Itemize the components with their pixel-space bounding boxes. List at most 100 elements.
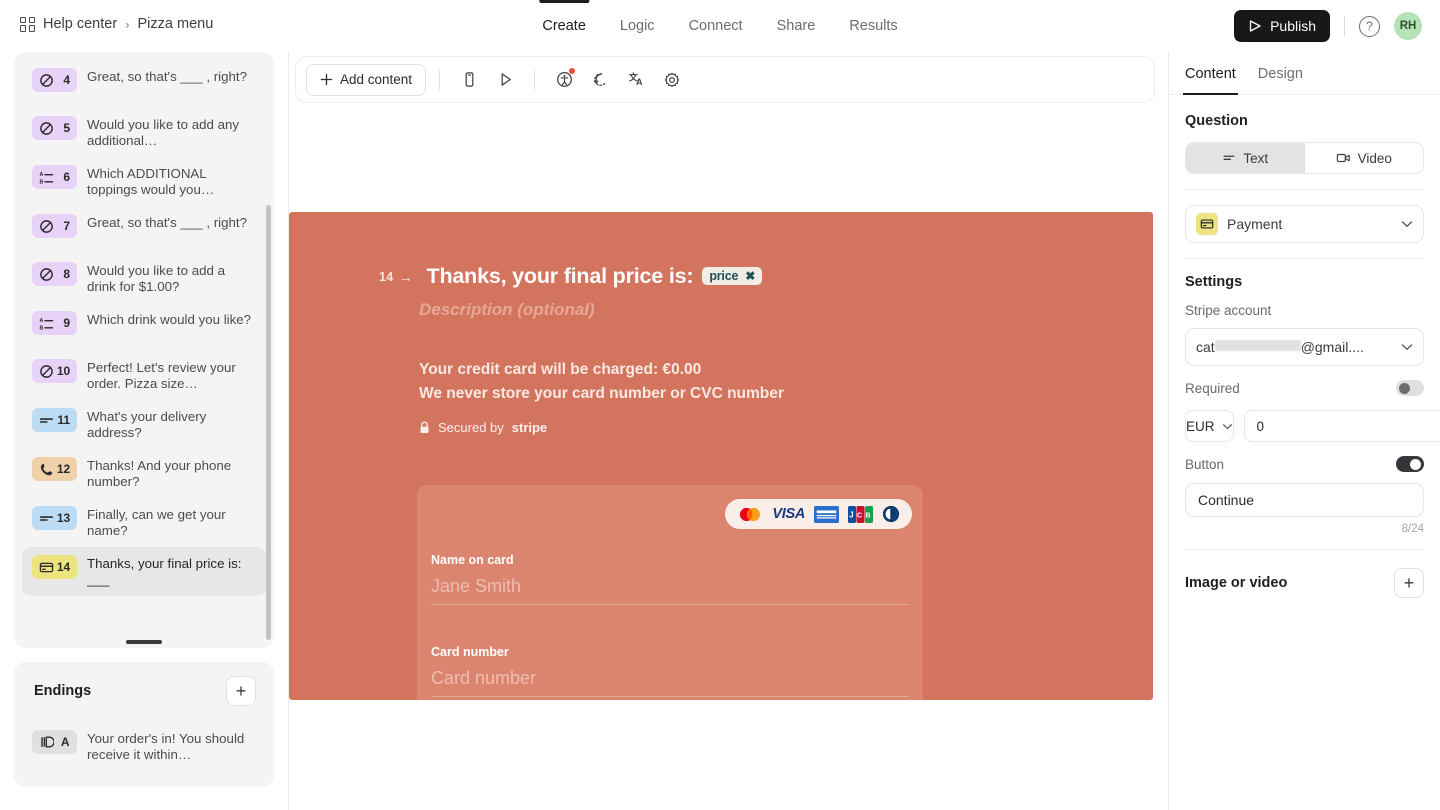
no-entry-icon [39, 73, 54, 88]
tab-content[interactable]: Content [1183, 66, 1238, 95]
stripe-account-suffix: @gmail.... [1300, 339, 1364, 355]
amount-row: EUR [1185, 410, 1440, 442]
endings-header: Endings + [22, 676, 266, 706]
question-list-item[interactable]: A B 9 Which drink would you like? [22, 303, 266, 351]
diners-icon [882, 505, 900, 523]
required-toggle[interactable] [1396, 380, 1424, 396]
stripe-account-prefix: cat [1196, 339, 1215, 355]
ending-door-icon [40, 736, 54, 748]
question-list-item-selected[interactable]: 14 Thanks, your final price is: ___ [22, 547, 266, 596]
question-list-item[interactable]: A B 6 Which ADDITIONAL toppings would you… [22, 157, 266, 206]
image-or-video-row: Image or video + [1185, 568, 1424, 598]
button-text-input[interactable] [1185, 483, 1424, 517]
canvas-toolbar: Add content 文 A [295, 56, 1155, 103]
video-camera-icon [1336, 153, 1350, 163]
card-number-field[interactable] [431, 668, 909, 697]
chevron-down-icon [1222, 423, 1232, 429]
payment-card-icon [39, 560, 54, 575]
sidebar-resize-handle[interactable] [126, 640, 162, 644]
field-type-select[interactable]: Payment [1185, 205, 1424, 243]
button-toggle[interactable] [1396, 456, 1424, 472]
close-icon[interactable]: ✖ [745, 269, 755, 283]
question-text: Which ADDITIONAL toppings would you… [87, 166, 215, 197]
svg-text:B: B [865, 511, 870, 519]
question-list-item[interactable]: 12 Thanks! And your phone number? [22, 449, 266, 498]
nav-tab-connect[interactable]: Connect [689, 0, 743, 52]
question-badge: 14 [32, 555, 77, 579]
required-row: Required [1185, 380, 1424, 396]
right-panel-tabs: Content Design [1169, 52, 1440, 95]
mastercard-icon [740, 507, 761, 521]
nav-tab-logic[interactable]: Logic [620, 0, 655, 52]
name-on-card-group: Name on card [431, 553, 909, 605]
toggle-option-video[interactable]: Video [1305, 143, 1424, 173]
toggle-option-text[interactable]: Text [1186, 143, 1305, 173]
add-ending-button[interactable]: + [226, 676, 256, 706]
nav-tab-results[interactable]: Results [849, 0, 897, 52]
card-number-group: Card number [431, 645, 909, 697]
sidebar-scrollbar[interactable] [266, 205, 271, 640]
question-number: 5 [63, 121, 70, 135]
amount-input[interactable] [1243, 410, 1440, 442]
nav-tab-share[interactable]: Share [777, 0, 816, 52]
recall-chip-price[interactable]: price ✖ [702, 267, 763, 285]
charge-privacy-line: We never store your card number or CVC n… [419, 385, 784, 402]
question-number: 9 [63, 316, 70, 330]
accessibility-button[interactable] [548, 64, 580, 96]
question-text: Perfect! Let's review your order. Pizza … [87, 360, 236, 391]
question-list-item[interactable]: 5 Would you like to add any additional… [22, 108, 266, 157]
multi-choice-icon: AB [39, 316, 54, 331]
question-list-item[interactable]: 8 Would you like to add a drink for $1.00… [22, 254, 266, 303]
play-preview-button[interactable] [489, 64, 521, 96]
breadcrumb-current[interactable]: Pizza menu [138, 16, 214, 32]
recall-information-button[interactable] [584, 64, 616, 96]
question-list-item[interactable]: 11 What's your delivery address? [22, 400, 266, 449]
question-list-item[interactable]: 4 Great, so that's ___ , right? [22, 60, 266, 108]
nav-tab-create[interactable]: Create [539, 0, 589, 52]
question-list-item[interactable]: 10 Perfect! Let's review your order. Pizz… [22, 351, 266, 400]
question-text: Which drink would you like? [87, 312, 252, 327]
amex-icon [814, 505, 839, 523]
add-image-or-video-button[interactable]: + [1394, 568, 1424, 598]
avatar[interactable]: RH [1394, 12, 1422, 40]
mobile-preview-button[interactable] [453, 64, 485, 96]
svg-text:A: A [636, 77, 643, 87]
add-content-label: Add content [340, 72, 413, 87]
recall-chip-label: price [709, 269, 739, 283]
name-on-card-input[interactable] [431, 576, 909, 597]
description-placeholder[interactable]: Description (optional) [419, 300, 1153, 320]
currency-select[interactable]: EUR [1185, 410, 1234, 442]
translate-button[interactable]: 文 A [620, 64, 652, 96]
button-row: Button [1185, 456, 1424, 472]
name-on-card-field[interactable] [431, 576, 909, 605]
question-badge: 10 [32, 359, 77, 383]
question-number: 8 [63, 267, 70, 281]
question-text: Would you like to add a drink for $1.00? [87, 263, 225, 294]
endings-section: Endings + A Your order's in! You should … [14, 662, 274, 787]
card-number-input[interactable] [431, 668, 909, 689]
breadcrumb-root[interactable]: Help center [43, 16, 117, 32]
stripe-account-select[interactable]: cat @gmail.... [1185, 328, 1424, 366]
ending-list-item[interactable]: A Your order's in! You should receive it… [22, 722, 266, 771]
question-text: Would you like to add any additional… [87, 117, 240, 148]
arrow-icon: → [398, 268, 413, 285]
mobile-preview-icon [465, 72, 473, 87]
question-list-item[interactable]: 7 Great, so that's ___ , right? [22, 206, 266, 254]
question-badge: 8 [32, 262, 77, 286]
publish-button-label: Publish [1270, 18, 1316, 34]
question-headline-row: 14 → Thanks, your final price is: price ✖ [379, 264, 1153, 289]
question-title[interactable]: Thanks, your final price is: price ✖ [427, 264, 763, 289]
add-content-button[interactable]: Add content [306, 63, 427, 96]
question-number: 6 [63, 170, 70, 184]
grid-icon[interactable] [20, 16, 35, 32]
question-number: 10 [56, 364, 71, 378]
publish-button[interactable]: Publish [1234, 10, 1330, 42]
settings-gear-button[interactable] [656, 64, 688, 96]
no-entry-icon [39, 121, 54, 136]
question-list-item[interactable]: 13 Finally, can we get your name? [22, 498, 266, 547]
tab-design[interactable]: Design [1258, 66, 1303, 94]
stripe-brand: stripe [511, 420, 548, 435]
help-icon[interactable]: ? [1359, 15, 1380, 37]
question-text: Thanks! And your phone number? [87, 458, 232, 489]
payment-card-icon [1196, 213, 1218, 235]
